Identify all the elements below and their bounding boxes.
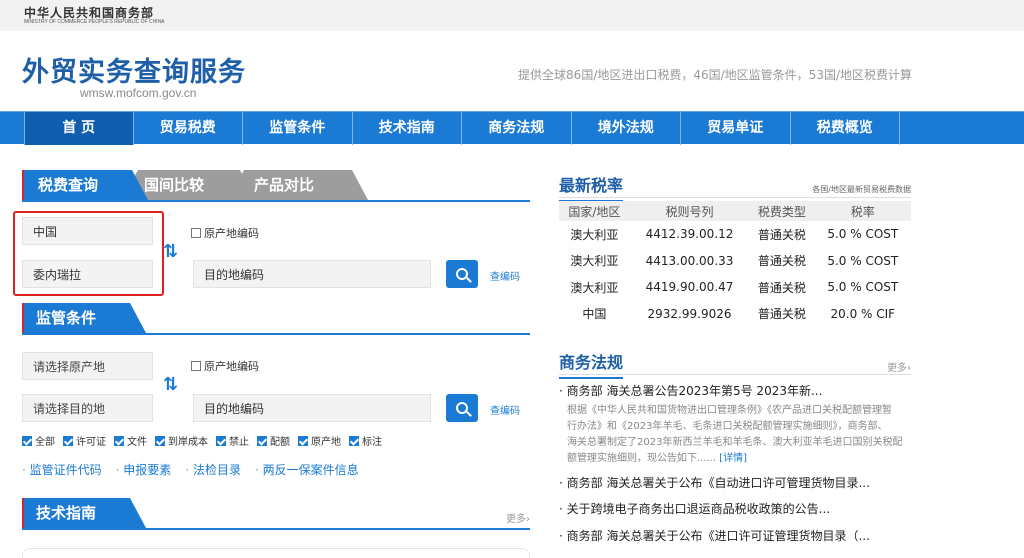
latest-rates-title[interactable]: 最新税率 (559, 172, 624, 202)
nav-trade-tax[interactable]: 贸易税费 (134, 112, 243, 145)
regulation-origin-code-label: 原产地编码 (204, 360, 259, 373)
link-inspection-catalog[interactable]: 法检目录 (185, 461, 241, 478)
check-all[interactable]: 全部 (22, 433, 55, 448)
regulation-destination-select[interactable]: 请选择目的地 (22, 394, 153, 422)
site-tagline: 提供全球86国/地区进出口税费，46国/地区监管条件，53国/地区税费计算 (518, 68, 912, 82)
check-quota[interactable]: 配额 (257, 433, 290, 448)
nav-commerce-law[interactable]: 商务法规 (462, 112, 572, 145)
checkbox-checked-icon[interactable] (114, 435, 124, 446)
latest-rates-table: 国家/地区 税则号列 税费类型 税率 澳大利亚 4412.39.00.12 普通关税… (559, 201, 911, 327)
ministry-name-en: MINISTRY OF COMMERCE PEOPLE'S REPUBLIC O… (24, 19, 165, 25)
search-icon (456, 268, 468, 280)
check-document[interactable]: 文件 (114, 433, 147, 448)
table-row[interactable]: 澳大利亚 4419.90.00.47 普通关税 5.0 % COST (559, 274, 911, 301)
regulation-title[interactable]: 监管条件 (22, 303, 146, 333)
check-labeling[interactable]: 标注 (349, 433, 382, 448)
news-description: 根据《中华人民共和国货物进出口管理条例》《农产品进口关税配额管理暂 行办法》和《… (567, 405, 903, 464)
nav-tax-overview[interactable]: 税费概览 (791, 112, 900, 145)
regulation-filter-checks: 全部 许可证 文件 到岸成本 禁止 配额 原产地 标注 (22, 433, 382, 448)
nav-foreign-law[interactable]: 境外法规 (572, 112, 681, 145)
check-landed-cost[interactable]: 到岸成本 (155, 433, 208, 448)
link-trade-remedy-cases[interactable]: 两反一保案件信息 (255, 461, 359, 478)
col-tariff-code: 税则号列 (629, 201, 750, 221)
nav-regulation[interactable]: 监管条件 (243, 112, 353, 145)
table-row[interactable]: 中国 2932.99.9026 普通关税 20.0 % CIF (559, 301, 911, 328)
list-item[interactable]: · 商务部 海关总署公告2023年第5号 2023年新... (559, 382, 911, 399)
swap-icon[interactable]: ⇅ (163, 241, 178, 262)
latest-rates-header: 最新税率 各国/地区最新贸易税费数据 (559, 172, 911, 202)
list-item[interactable]: · 关于跨境电子商务出口退运商品税收政策的公告... (559, 500, 911, 517)
tech-guide-more-link[interactable]: 更多› (506, 510, 530, 525)
check-prohibited[interactable]: 禁止 (216, 433, 249, 448)
checkbox-checked-icon[interactable] (298, 435, 308, 446)
site-url: wmsw.mofcom.gov.cn (80, 86, 197, 100)
regulation-origin-select[interactable]: 请选择原产地 (22, 352, 153, 380)
table-row[interactable]: 澳大利亚 4412.39.00.12 普通关税 5.0 % COST (559, 221, 911, 248)
site-title[interactable]: 外贸实务查询服务 (22, 50, 246, 89)
link-certificate-codes[interactable]: 监管证件代码 (22, 461, 102, 478)
regulation-search-button[interactable] (446, 394, 478, 422)
regulation-origin-code-checkbox[interactable]: 原产地编码 (191, 358, 259, 374)
nav-home[interactable]: 首 页 (24, 112, 134, 145)
main-nav: 首 页 贸易税费 监管条件 技术指南 商务法规 境外法规 贸易单证 税费概览 (0, 111, 1024, 145)
highlight-box (13, 211, 164, 296)
tab-tax-query[interactable]: 税费查询 (22, 170, 148, 200)
regulation-section-header: 监管条件 (22, 303, 530, 335)
check-license[interactable]: 许可证 (63, 433, 106, 448)
tech-guide-section-header: 技术指南 更多› (22, 498, 530, 530)
commerce-law-more-link[interactable]: 更多› (887, 359, 911, 374)
list-item[interactable]: · 商务部 海关总署关于公布《进口许可证管理货物目录（... (559, 527, 911, 544)
search-icon (456, 402, 468, 414)
detail-link[interactable]: [详情] (719, 453, 747, 464)
checkbox-checked-icon[interactable] (155, 435, 165, 446)
commerce-law-title[interactable]: 商务法规 (559, 349, 624, 379)
checkbox-checked-icon[interactable] (216, 435, 226, 446)
col-rate: 税率 (814, 201, 911, 221)
origin-code-label: 原产地编码 (204, 227, 259, 240)
commerce-law-header: 商务法规 更多› (559, 349, 911, 379)
tech-guide-title[interactable]: 技术指南 (22, 498, 146, 528)
tax-search-button[interactable] (446, 260, 478, 288)
checkbox-icon[interactable] (191, 228, 201, 238)
check-origin[interactable]: 原产地 (298, 433, 341, 448)
lookup-code-link[interactable]: 查编码 (490, 268, 520, 283)
table-row[interactable]: 澳大利亚 4413.00.00.33 普通关税 5.0 % COST (559, 248, 911, 275)
checkbox-checked-icon[interactable] (257, 435, 267, 446)
nav-trade-documents[interactable]: 贸易单证 (681, 112, 791, 145)
origin-code-checkbox[interactable]: 原产地编码 (191, 225, 259, 241)
regulation-destination-code-input[interactable]: 目的地编码 (193, 394, 431, 422)
latest-rates-subtitle: 各国/地区最新贸易税费数据 (812, 185, 911, 194)
regulation-swap-icon[interactable]: ⇅ (163, 374, 178, 395)
regulation-lookup-code-link[interactable]: 查编码 (490, 402, 520, 417)
checkbox-icon[interactable] (191, 361, 201, 371)
nav-tech-guide[interactable]: 技术指南 (353, 112, 462, 145)
tech-guide-content (22, 548, 530, 558)
col-country: 国家/地区 (559, 201, 630, 221)
checkbox-checked-icon[interactable] (63, 435, 73, 446)
checkbox-checked-icon[interactable] (22, 435, 32, 446)
top-bar: 中华人民共和国商务部 MINISTRY OF COMMERCE PEOPLE'S… (0, 0, 1024, 31)
tax-query-tabs: 税费查询 国间比较 产品对比 (22, 170, 530, 202)
col-tax-type: 税费类型 (749, 201, 815, 221)
checkbox-checked-icon[interactable] (349, 435, 359, 446)
list-item[interactable]: · 商务部 海关总署关于公布《自动进口许可管理货物目录... (559, 474, 911, 491)
regulation-links: 监管证件代码 申报要素 法检目录 两反一保案件信息 (22, 461, 359, 478)
link-declaration-elements[interactable]: 申报要素 (116, 461, 171, 478)
destination-code-input[interactable]: 目的地编码 (193, 260, 431, 288)
